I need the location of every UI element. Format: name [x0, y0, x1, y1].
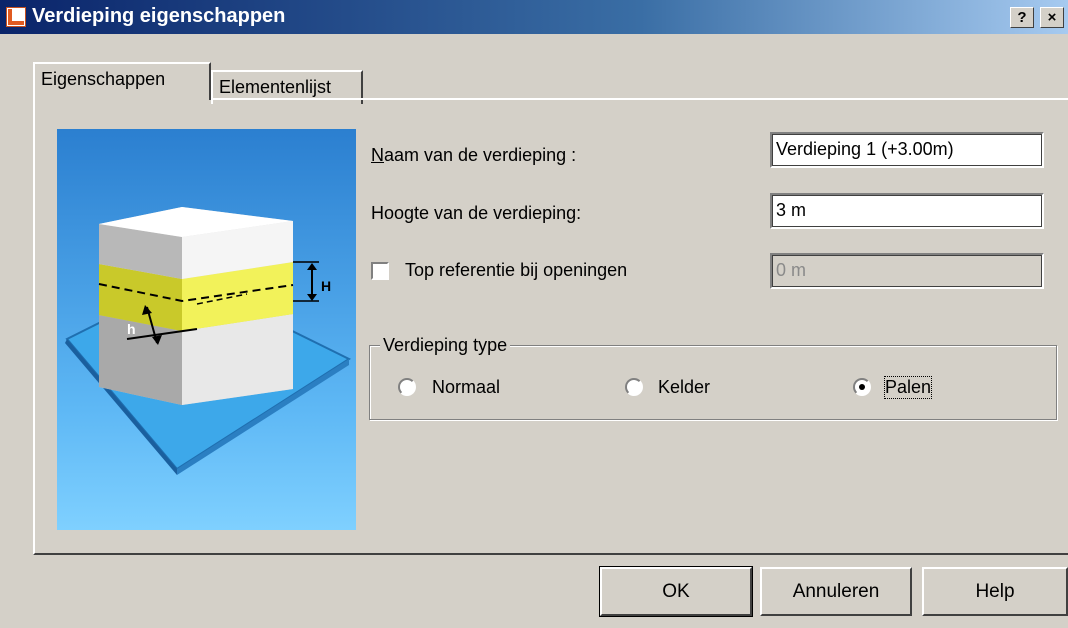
height-label: Hoogte van de verdieping: — [371, 203, 582, 223]
top-ref-label: Top referentie bij openingen — [405, 260, 628, 280]
app-icon — [6, 7, 26, 27]
floor-type-group-label: Verdieping type — [380, 335, 511, 356]
name-label-text: aam van de verdieping : — [384, 145, 577, 165]
radio-palen-label: Palen — [883, 376, 933, 399]
label-h: h — [127, 321, 136, 337]
help-button[interactable]: Help — [922, 567, 1068, 616]
close-title-button[interactable]: × — [1040, 7, 1064, 28]
floor-stack-image: H h — [65, 207, 352, 475]
label-H: H — [321, 278, 331, 294]
title-bar: Verdieping eigenschappen ? × — [0, 0, 1068, 34]
window-title: Verdieping eigenschappen — [32, 5, 286, 27]
name-input[interactable]: Verdieping 1 (+3.00m) — [770, 132, 1044, 168]
radio-normaal[interactable] — [398, 378, 416, 396]
floor-illustration: H h — [57, 129, 356, 530]
name-label: Naam van de verdieping : — [371, 145, 576, 166]
radio-normaal-label: Normaal — [432, 377, 501, 397]
radio-kelder[interactable] — [625, 378, 643, 396]
height-input[interactable]: 3 m — [770, 193, 1044, 229]
tab-eigenschappen[interactable]: Eigenschappen — [33, 62, 211, 100]
top-ref-checkbox[interactable] — [371, 262, 389, 280]
radio-kelder-label: Kelder — [658, 377, 711, 397]
help-title-button[interactable]: ? — [1010, 7, 1034, 28]
top-ref-input: 0 m — [770, 253, 1044, 289]
cancel-button[interactable]: Annuleren — [760, 567, 912, 616]
radio-palen[interactable] — [853, 378, 871, 396]
name-label-accelerator: N — [371, 145, 384, 165]
ok-button[interactable]: OK — [599, 566, 753, 617]
